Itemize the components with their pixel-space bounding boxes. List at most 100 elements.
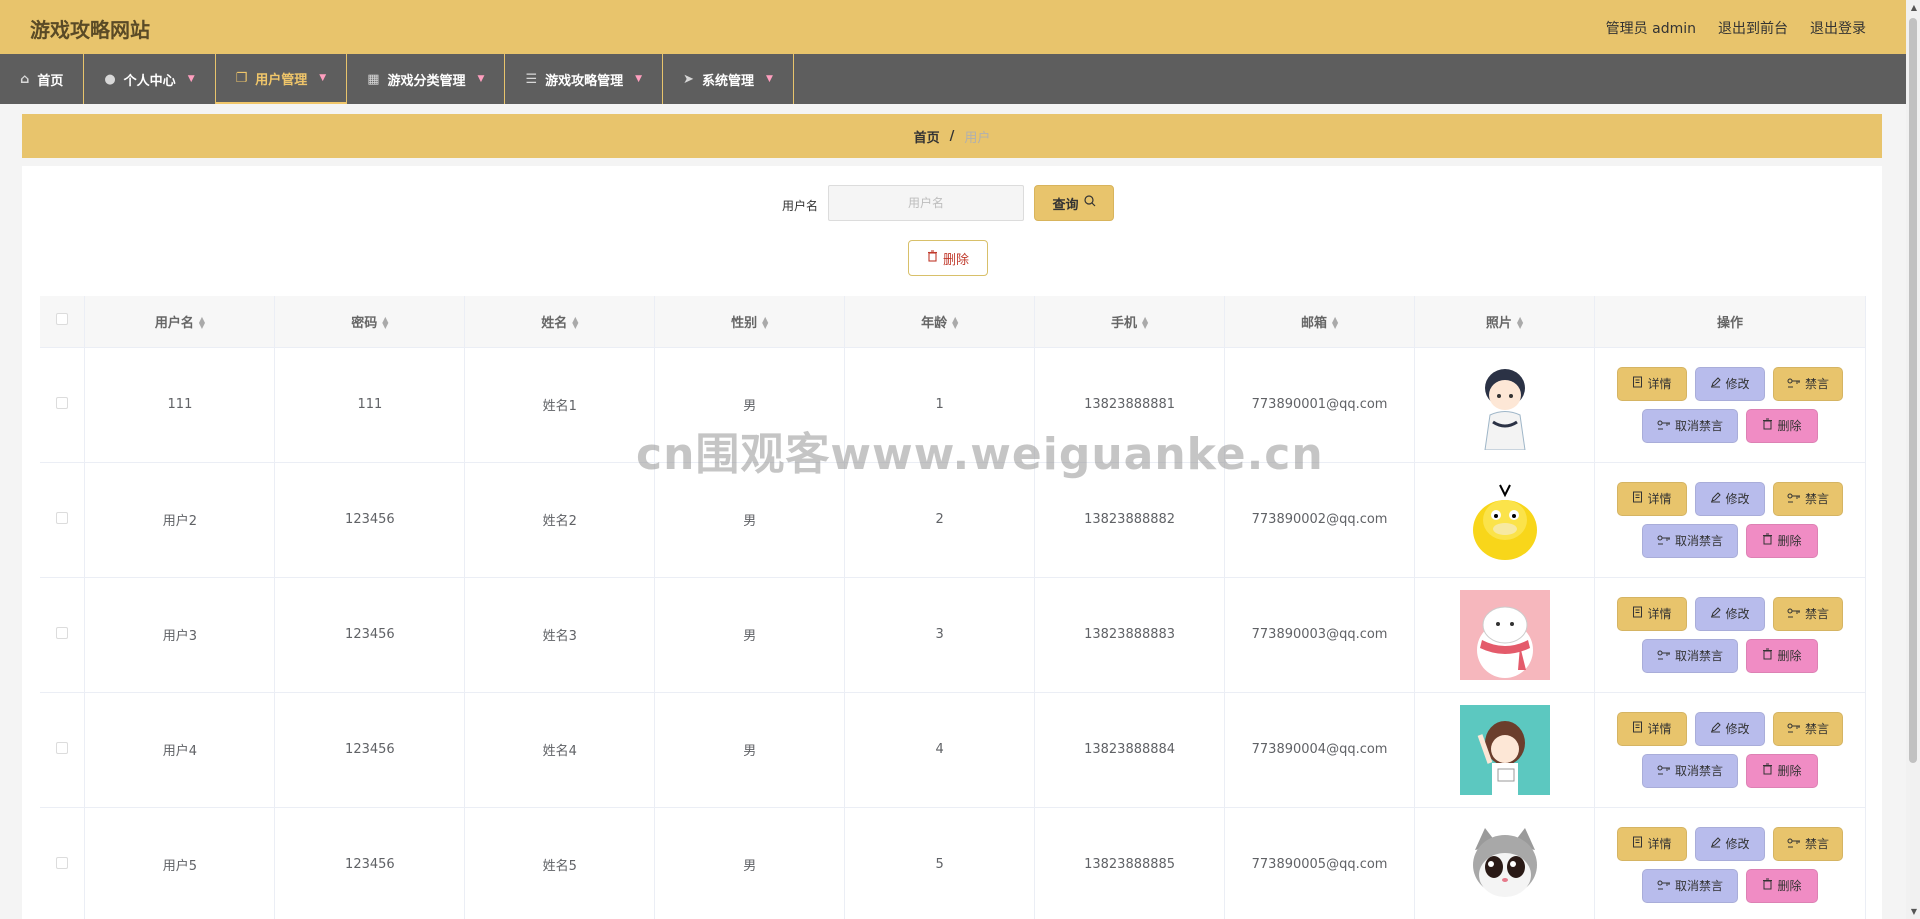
cell-photo bbox=[1414, 692, 1595, 808]
edit-button[interactable]: 修改 bbox=[1694, 481, 1765, 516]
breadcrumb-home[interactable]: 首页 bbox=[914, 127, 940, 146]
delete-button[interactable]: 删除 bbox=[1745, 523, 1818, 558]
sort-icon[interactable]: ▲ ▼ bbox=[1142, 316, 1148, 330]
query-button[interactable]: 查询 bbox=[1034, 185, 1114, 221]
ban-button[interactable]: 禁言 bbox=[1772, 596, 1843, 631]
header-links: 管理员 admin 退出到前台 退出登录 bbox=[1606, 18, 1866, 38]
scroll-up-arrow-icon[interactable]: ▲ bbox=[1911, 3, 1917, 12]
detail-button[interactable]: 详情 bbox=[1616, 826, 1687, 861]
key-icon bbox=[1657, 534, 1671, 548]
user-photo bbox=[1459, 704, 1550, 795]
cell-phone: 13823888885 bbox=[1034, 807, 1226, 919]
detail-button[interactable]: 详情 bbox=[1616, 481, 1687, 516]
delete-button[interactable]: 删除 bbox=[1745, 868, 1818, 903]
delete-button[interactable]: 删除 bbox=[1745, 753, 1818, 788]
row-select-cell bbox=[40, 347, 86, 463]
edit-button[interactable]: 修改 bbox=[1694, 826, 1765, 861]
column-header[interactable]: 照片 ▲ ▼ bbox=[1414, 296, 1595, 348]
cell-password: 123456 bbox=[274, 692, 466, 808]
unban-button[interactable]: 取消禁言 bbox=[1641, 523, 1738, 558]
search-label: 用户名 bbox=[782, 199, 819, 213]
cell-username: 用户3 bbox=[84, 577, 276, 693]
column-header[interactable]: 姓名 ▲ ▼ bbox=[464, 296, 656, 348]
ban-button[interactable]: 禁言 bbox=[1772, 366, 1843, 401]
row-checkbox[interactable] bbox=[56, 741, 69, 754]
ban-button[interactable]: 禁言 bbox=[1772, 711, 1843, 746]
nav-item-user-management[interactable]: ❐ 用户管理 ▼ bbox=[215, 54, 348, 104]
scroll-thumb[interactable] bbox=[1909, 18, 1917, 763]
user-photo bbox=[1459, 474, 1550, 565]
breadcrumb-separator: / bbox=[949, 128, 955, 144]
row-checkbox[interactable] bbox=[56, 856, 69, 869]
main-nav: ⌂ 首页 ● 个人中心 ▼ ❐ 用户管理 ▼ ▦ 游戏分类管理 ▼ ☰ 游戏攻略… bbox=[0, 54, 1906, 104]
cell-name: 姓名4 bbox=[464, 692, 656, 808]
detail-button[interactable]: 详情 bbox=[1616, 596, 1687, 631]
grid-icon: ▦ bbox=[367, 71, 380, 87]
column-header[interactable]: 密码 ▲ ▼ bbox=[274, 296, 466, 348]
user-icon: ● bbox=[104, 71, 116, 87]
edit-button[interactable]: 修改 bbox=[1694, 711, 1765, 746]
row-select-cell bbox=[40, 577, 86, 693]
cell-photo bbox=[1414, 807, 1595, 919]
unban-button[interactable]: 取消禁言 bbox=[1641, 868, 1738, 903]
cell-name: 姓名3 bbox=[464, 577, 656, 693]
scroll-down-arrow-icon[interactable]: ▼ bbox=[1911, 907, 1917, 916]
copy-icon: ❐ bbox=[235, 70, 248, 86]
cell-password: 111 bbox=[274, 347, 466, 463]
ban-button[interactable]: 禁言 bbox=[1772, 826, 1843, 861]
chevron-down-icon: ▼ bbox=[635, 74, 643, 84]
batch-delete-button[interactable]: 删除 bbox=[908, 240, 988, 276]
site-title: 游戏攻略网站 bbox=[30, 18, 150, 42]
cell-gender: 男 bbox=[654, 462, 846, 578]
sort-icon[interactable]: ▲ ▼ bbox=[762, 316, 768, 330]
cell-photo bbox=[1414, 577, 1595, 693]
vertical-scrollbar[interactable]: ▲ ▼ bbox=[1906, 0, 1920, 919]
table-header-row: 用户名 ▲ ▼ 密码 ▲ ▼ 姓名 ▲ ▼ 性别 ▲ ▼ 年龄 ▲ ▼ 手机 ▲ ▼ 邮箱 ▲ ▼ 照片 ▲ ▼… bbox=[40, 296, 1867, 348]
nav-item-label: 首页 bbox=[37, 73, 64, 89]
nav-item-system[interactable]: ➤ 系统管理 ▼ bbox=[663, 54, 794, 104]
sort-icon[interactable]: ▲ ▼ bbox=[572, 316, 578, 330]
column-header[interactable]: 手机 ▲ ▼ bbox=[1034, 296, 1226, 348]
delete-button[interactable]: 删除 bbox=[1745, 638, 1818, 673]
row-checkbox[interactable] bbox=[56, 626, 69, 639]
sort-icon[interactable]: ▲ ▼ bbox=[1517, 316, 1523, 330]
pencil-icon bbox=[1710, 721, 1722, 736]
delete-button[interactable]: 删除 bbox=[1745, 408, 1818, 443]
detail-button[interactable]: 详情 bbox=[1616, 711, 1687, 746]
column-header[interactable]: 性别 ▲ ▼ bbox=[654, 296, 846, 348]
sort-icon[interactable]: ▲ ▼ bbox=[952, 316, 958, 330]
user-photo bbox=[1459, 359, 1550, 450]
unban-button[interactable]: 取消禁言 bbox=[1641, 638, 1738, 673]
row-checkbox[interactable] bbox=[56, 396, 69, 409]
sort-icon[interactable]: ▲ ▼ bbox=[199, 316, 205, 330]
column-header[interactable]: 用户名 ▲ ▼ bbox=[84, 296, 276, 348]
sort-icon[interactable]: ▲ ▼ bbox=[1332, 316, 1338, 330]
row-actions: 详情 修改 禁言 取消禁言 删除 bbox=[1595, 596, 1865, 673]
cell-email: 773890005@qq.com bbox=[1224, 807, 1416, 919]
user-photo bbox=[1459, 589, 1550, 680]
nav-item-label: 游戏分类管理 bbox=[387, 73, 466, 89]
username-search-input[interactable] bbox=[828, 185, 1024, 221]
cell-actions: 详情 修改 禁言 取消禁言 删除 bbox=[1594, 692, 1867, 808]
nav-item-personal-center[interactable]: ● 个人中心 ▼ bbox=[84, 54, 216, 104]
detail-button[interactable]: 详情 bbox=[1616, 366, 1687, 401]
column-header[interactable]: 邮箱 ▲ ▼ bbox=[1224, 296, 1416, 348]
sort-icon[interactable]: ▲ ▼ bbox=[382, 316, 388, 330]
column-header[interactable]: 年龄 ▲ ▼ bbox=[844, 296, 1036, 348]
admin-label: 管理员 admin bbox=[1605, 21, 1696, 37]
edit-button[interactable]: 修改 bbox=[1694, 366, 1765, 401]
ban-button[interactable]: 禁言 bbox=[1772, 481, 1843, 516]
unban-button[interactable]: 取消禁言 bbox=[1641, 408, 1738, 443]
row-checkbox[interactable] bbox=[56, 511, 69, 524]
nav-item-game-guide[interactable]: ☰ 游戏攻略管理 ▼ bbox=[505, 54, 664, 104]
edit-button[interactable]: 修改 bbox=[1694, 596, 1765, 631]
nav-item-game-category[interactable]: ▦ 游戏分类管理 ▼ bbox=[347, 54, 506, 104]
cell-username: 用户4 bbox=[84, 692, 276, 808]
select-all-checkbox[interactable] bbox=[56, 313, 69, 326]
nav-item-home[interactable]: ⌂ 首页 bbox=[0, 54, 85, 104]
to-front-link[interactable]: 退出到前台 bbox=[1718, 18, 1788, 38]
logout-link[interactable]: 退出登录 bbox=[1810, 18, 1866, 38]
cell-email: 773890004@qq.com bbox=[1224, 692, 1416, 808]
column-header: 操作 bbox=[1594, 296, 1867, 348]
unban-button[interactable]: 取消禁言 bbox=[1641, 753, 1738, 788]
